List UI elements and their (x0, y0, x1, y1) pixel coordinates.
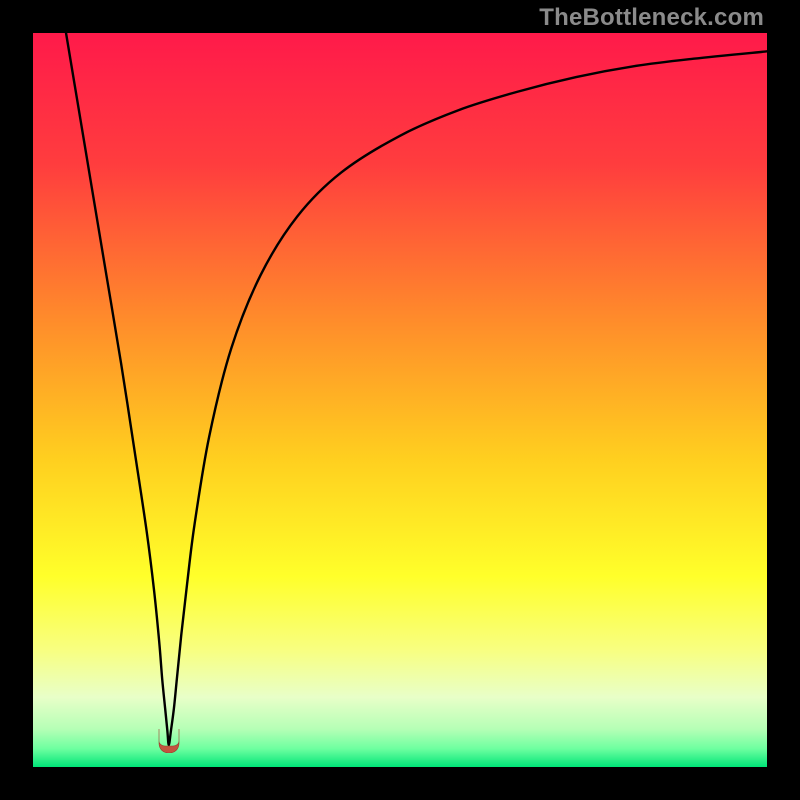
bottleneck-curve (33, 33, 767, 767)
chart-frame: TheBottleneck.com (0, 0, 800, 800)
plot-area (33, 33, 767, 767)
optimal-point-marker (155, 729, 183, 753)
watermark-text: TheBottleneck.com (539, 4, 764, 32)
